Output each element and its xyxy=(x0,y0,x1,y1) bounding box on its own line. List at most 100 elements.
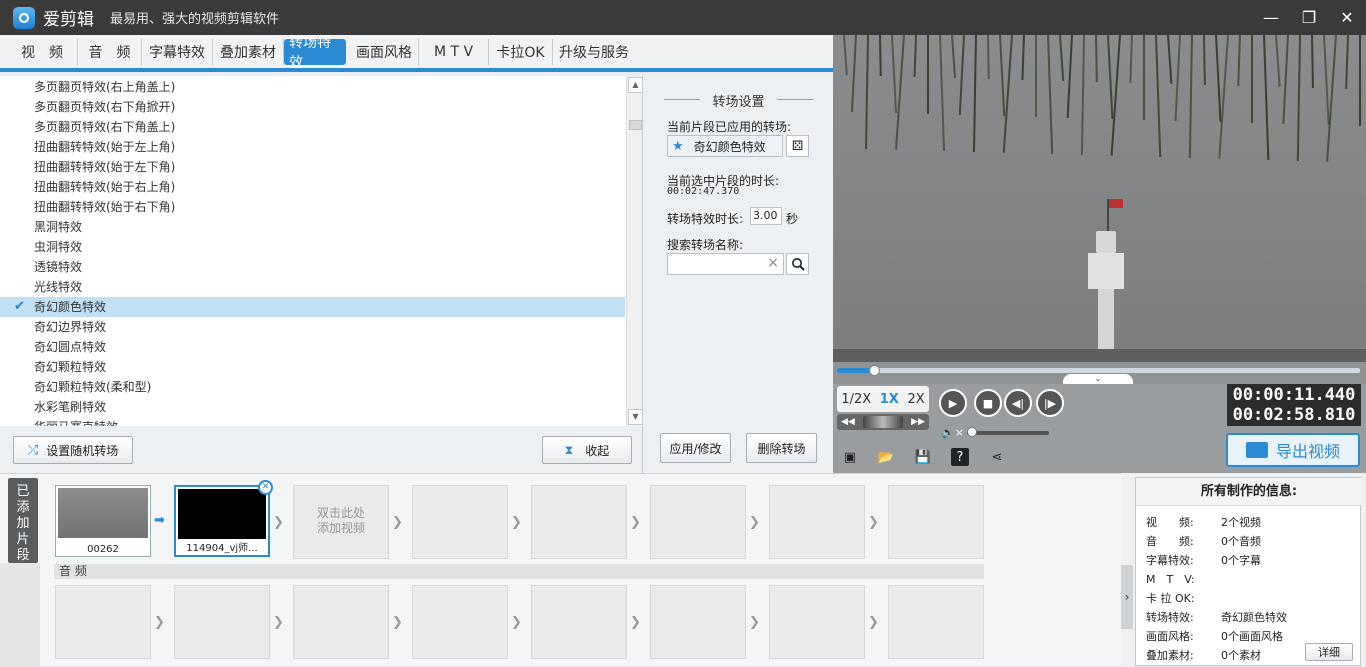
video-slot[interactable]: 双击此处 添加视频 xyxy=(293,485,389,559)
scroll-down-icon[interactable]: ▼ xyxy=(628,409,642,425)
rewind-icon[interactable]: ◀◀ xyxy=(841,417,855,427)
save-icon[interactable]: 💾 xyxy=(914,448,932,466)
seek-track[interactable] xyxy=(837,365,1360,376)
play-button[interactable]: ▶ xyxy=(939,389,967,417)
transition-list-item[interactable]: 扭曲翻转特效(始于右上角) xyxy=(0,177,625,197)
transition-list-item[interactable]: 扭曲翻转特效(始于右下角) xyxy=(0,197,625,217)
scroll-thumb[interactable] xyxy=(629,120,642,130)
transition-arrow-icon[interactable]: ❯ xyxy=(511,516,527,529)
audio-slot[interactable] xyxy=(412,585,508,659)
clear-search-icon[interactable]: × xyxy=(767,255,779,271)
video-slot[interactable] xyxy=(531,485,627,559)
transition-list-item[interactable]: 虫洞特效 xyxy=(0,237,625,257)
transition-list-item[interactable]: 黑洞特效 xyxy=(0,217,625,237)
tab-subtitle[interactable]: 字幕特效 xyxy=(142,38,213,65)
previous-frame-button[interactable]: ◀| xyxy=(1004,389,1032,417)
minimize-button[interactable]: — xyxy=(1252,0,1290,35)
audio-slot[interactable] xyxy=(650,585,746,659)
shuffle-icon: ⤮ xyxy=(27,442,39,458)
info-box: 所有制作的信息: 视 频: 2个视频音 频: 0个音频 字幕特效: 0个字幕 M T V:… xyxy=(1135,477,1362,666)
transition-arrow-icon[interactable]: ❯ xyxy=(630,516,646,529)
video-slot[interactable] xyxy=(412,485,508,559)
transition-list-item[interactable]: 多页翻页特效(右下角盖上) xyxy=(0,117,625,137)
transition-list-item[interactable]: 扭曲翻转特效(始于左下角) xyxy=(0,157,625,177)
transition-arrow-icon[interactable]: ❯ xyxy=(392,516,408,529)
transition-list-item[interactable]: 奇幻颗粒特效 xyxy=(0,357,625,377)
restore-button[interactable]: ❐ xyxy=(1290,0,1328,35)
random-transition-button[interactable]: ⤮ 设置随机转场 xyxy=(13,436,133,464)
audio-slot[interactable] xyxy=(174,585,270,659)
scroll-up-icon[interactable]: ▲ xyxy=(628,77,642,93)
audio-slot[interactable] xyxy=(769,585,865,659)
video-slot[interactable] xyxy=(769,485,865,559)
search-button[interactable] xyxy=(786,253,809,275)
video-clip-selected[interactable]: 114904_vj师... xyxy=(174,485,270,557)
transition-list-item[interactable]: 透镜特效 xyxy=(0,257,625,277)
detail-button[interactable]: 详细 xyxy=(1305,643,1353,661)
apply-button[interactable]: 应用/修改 xyxy=(660,433,731,463)
video-clip[interactable]: 00262 xyxy=(55,485,151,557)
transition-arrow-icon[interactable]: ❯ xyxy=(273,516,289,529)
tab-style[interactable]: 画面风格 xyxy=(350,38,419,65)
export-video-button[interactable]: 导出视频 xyxy=(1226,433,1360,467)
speed-2x[interactable]: 2X xyxy=(907,392,924,407)
transition-list-item[interactable]: ✔ 奇幻颜色特效 xyxy=(0,297,625,317)
tab-karaoke[interactable]: 卡拉OK xyxy=(489,38,553,65)
transition-list-item[interactable]: 奇幻边界特效 xyxy=(0,317,625,337)
transition-arrow-icon[interactable]: ❯ xyxy=(868,516,884,529)
volume-handle[interactable] xyxy=(967,427,977,437)
tab-video[interactable]: 视 频 xyxy=(7,38,78,65)
tab-upgrade[interactable]: 升级与服务 xyxy=(553,39,635,65)
expand-chevron-icon[interactable]: ⌄ xyxy=(1063,374,1133,384)
transition-list-item[interactable]: 华丽马赛克特效 xyxy=(0,417,625,426)
transition-list-item[interactable]: 奇幻圆点特效 xyxy=(0,337,625,357)
audio-slot[interactable] xyxy=(293,585,389,659)
next-frame-button[interactable]: |▶ xyxy=(1036,389,1064,417)
audio-slot[interactable] xyxy=(55,585,151,659)
effect-duration-input[interactable]: 3.00 xyxy=(750,207,782,225)
transition-arrow-icon[interactable]: ❯ xyxy=(749,516,765,529)
video-slot[interactable] xyxy=(650,485,746,559)
tab-transition[interactable]: 转场特效 xyxy=(284,35,346,71)
audio-slot[interactable] xyxy=(531,585,627,659)
new-project-icon[interactable]: ▣ xyxy=(841,448,859,466)
stop-button[interactable]: ■ xyxy=(974,389,1002,417)
speed-1x[interactable]: 1X xyxy=(880,392,899,407)
share-icon[interactable]: ⋖ xyxy=(988,448,1006,466)
transition-list-item[interactable]: 奇幻颗粒特效(柔和型) xyxy=(0,377,625,397)
tab-overlay[interactable]: 叠加素材 xyxy=(213,38,284,65)
info-value: 0个画面风格 xyxy=(1221,630,1283,643)
delete-transition-button[interactable]: 删除转场 xyxy=(746,433,817,463)
audio-slot[interactable] xyxy=(888,585,984,659)
transition-list-item[interactable]: 多页翻页特效(右上角盖上) xyxy=(0,77,625,97)
audio-arrow-icon: ❯ xyxy=(630,615,641,630)
speed-half[interactable]: 1/2X xyxy=(841,392,871,407)
transition-list-item[interactable]: 光线特效 xyxy=(0,277,625,297)
tab-audio[interactable]: 音 频 xyxy=(78,38,142,65)
remove-clip-icon[interactable]: ✕ xyxy=(258,480,273,495)
mute-icon[interactable]: 🔈× xyxy=(941,426,964,439)
list-scrollbar[interactable]: ▲ ▼ xyxy=(626,76,642,426)
fast-forward-icon[interactable]: ▶▶ xyxy=(911,417,925,427)
search-input[interactable]: × xyxy=(667,253,784,275)
transition-list-item[interactable]: 扭曲翻转特效(始于左上角) xyxy=(0,137,625,157)
help-icon[interactable]: ? xyxy=(951,448,969,466)
tab-mtv[interactable]: M T V xyxy=(419,38,489,65)
speed-slider[interactable]: ◀◀ ▶▶ xyxy=(837,414,929,430)
seek-bar[interactable]: ⌄ xyxy=(833,362,1366,384)
close-button[interactable]: ✕ xyxy=(1328,0,1366,35)
export-icon xyxy=(1245,442,1268,458)
collapse-button[interactable]: ⧗ 收起 xyxy=(542,436,632,464)
open-folder-icon[interactable]: 📂 xyxy=(877,448,895,466)
volume-track[interactable] xyxy=(967,431,1049,435)
transition-list-item[interactable]: 水彩笔刷特效 xyxy=(0,397,625,417)
video-preview[interactable] xyxy=(833,35,1366,362)
speed-slider-thumb[interactable] xyxy=(863,416,903,428)
info-row: 画面风格: 0个画面风格 xyxy=(1146,628,1283,644)
transition-list-item[interactable]: 多页翻页特效(右下角掀开) xyxy=(0,97,625,117)
transition-arrow-icon[interactable]: ➡ xyxy=(154,514,170,527)
random-dice-button[interactable]: ⚄ xyxy=(786,135,809,157)
expand-panel-icon[interactable]: › xyxy=(1121,565,1133,629)
video-slot[interactable] xyxy=(888,485,984,559)
seek-handle[interactable] xyxy=(868,365,880,376)
